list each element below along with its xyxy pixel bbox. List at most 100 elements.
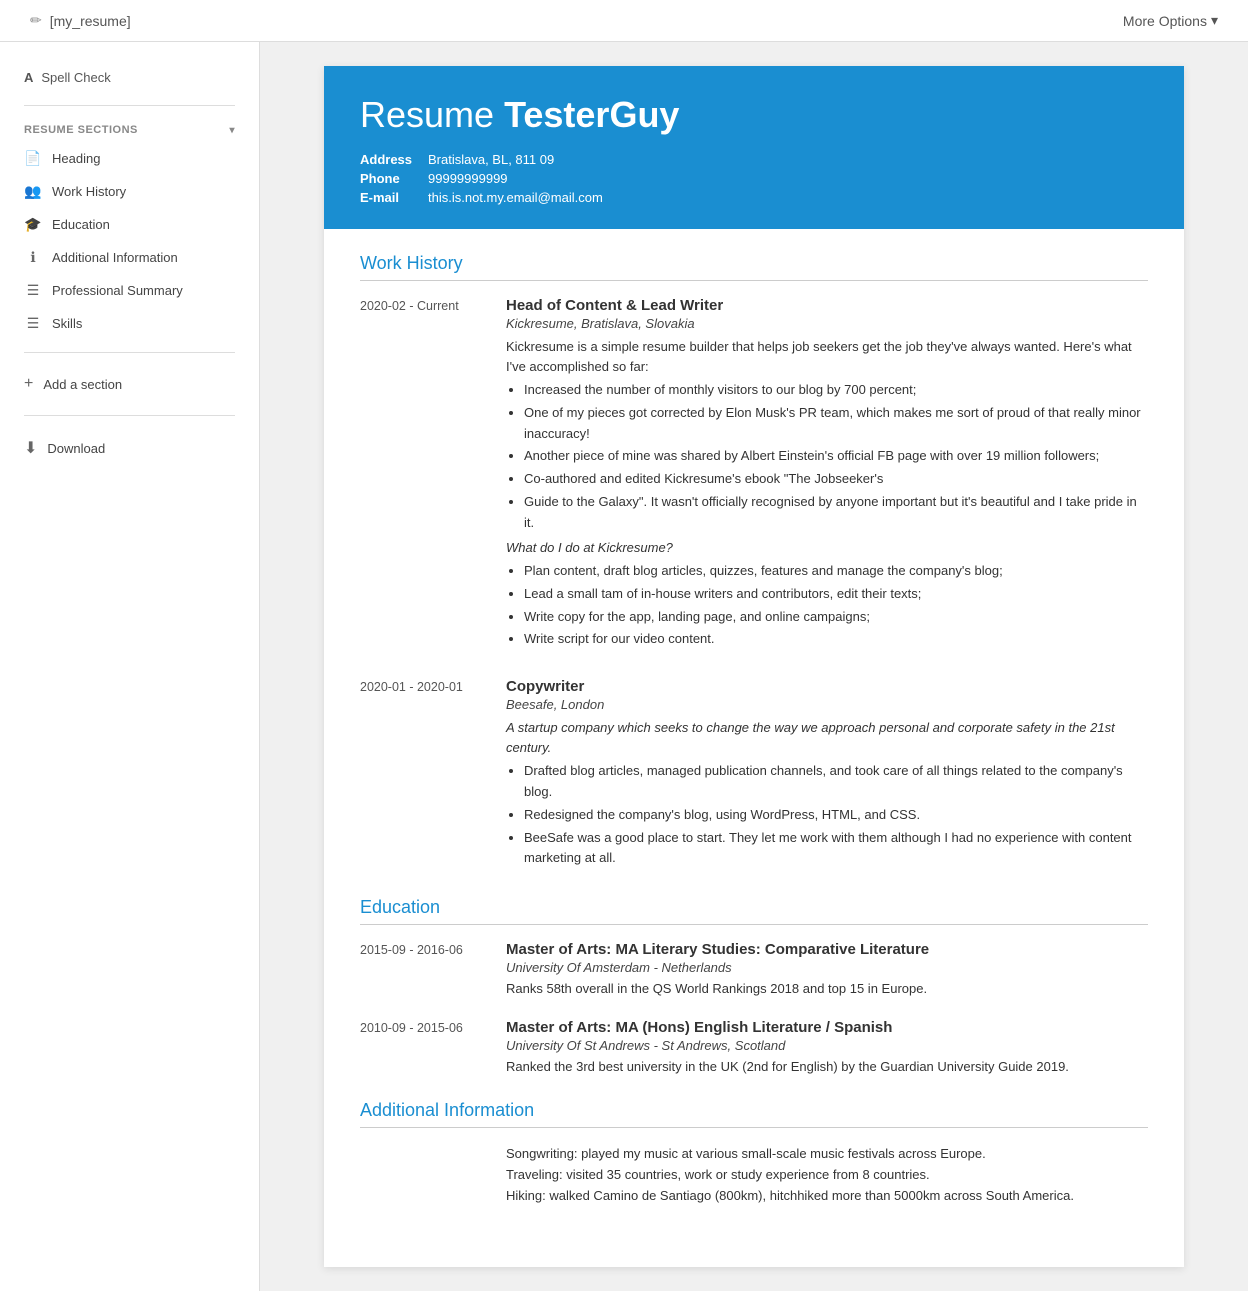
edu-entry-1-dates: 2015-09 - 2016-06 — [360, 941, 490, 999]
contact-phone: Phone 99999999999 — [360, 171, 1148, 186]
email-value: this.is.not.my.email@mail.com — [428, 190, 603, 205]
list-item: One of my pieces got corrected by Elon M… — [524, 403, 1148, 445]
divider-2 — [24, 352, 235, 353]
skills-icon: ☰ — [24, 315, 42, 332]
resume-name-bold: TesterGuy — [504, 94, 679, 135]
edu-entry-2-dates: 2010-09 - 2015-06 — [360, 1019, 490, 1077]
list-item: Increased the number of monthly visitors… — [524, 380, 1148, 401]
sidebar-item-heading-label: Heading — [52, 151, 100, 166]
email-label: E-mail — [360, 190, 420, 205]
add-section-label: Add a section — [43, 377, 122, 392]
additional-spacer — [360, 1144, 490, 1206]
resume-sections-header: RESUME SECTIONS ▾ — [0, 118, 259, 142]
edu-entry-1-text: Ranks 58th overall in the QS World Ranki… — [506, 979, 1148, 999]
work-entry-1-bullets2: Plan content, draft blog articles, quizz… — [524, 561, 1148, 650]
resume-name: Resume TesterGuy — [360, 94, 1148, 136]
resume-card: Resume TesterGuy Address Bratislava, BL,… — [324, 66, 1184, 1267]
work-entry-1-body2: What do I do at Kickresume? — [506, 538, 1148, 558]
edu-entry-2-subtitle: University Of St Andrews - St Andrews, S… — [506, 1038, 1148, 1053]
work-history-icon: 👥 — [24, 183, 42, 200]
additional-line-3: Hiking: walked Camino de Santiago (800km… — [506, 1188, 1074, 1203]
download-icon: ⬇ — [24, 438, 37, 458]
additional-info-icon: ℹ — [24, 249, 42, 266]
work-entry-2-dates: 2020-01 - 2020-01 — [360, 678, 490, 873]
work-entry-2-bullets: Drafted blog articles, managed publicati… — [524, 761, 1148, 869]
work-entry-1: 2020-02 - Current Head of Content & Lead… — [360, 297, 1148, 654]
edu-entry-2-title: Master of Arts: MA (Hons) English Litera… — [506, 1019, 1148, 1036]
address-label: Address — [360, 152, 420, 167]
download-label: Download — [47, 441, 105, 456]
sidebar-item-heading[interactable]: 📄 Heading — [0, 142, 259, 175]
professional-summary-icon: ☰ — [24, 282, 42, 299]
additional-content: Songwriting: played my music at various … — [360, 1144, 1148, 1206]
list-item: Another piece of mine was shared by Albe… — [524, 446, 1148, 467]
main-layout: A Spell Check RESUME SECTIONS ▾ 📄 Headin… — [0, 42, 1248, 1291]
resume-body: Work History 2020-02 - Current Head of C… — [324, 229, 1184, 1267]
phone-value: 99999999999 — [428, 171, 508, 186]
edu-entry-1: 2015-09 - 2016-06 Master of Arts: MA Lit… — [360, 941, 1148, 999]
contact-address: Address Bratislava, BL, 811 09 — [360, 152, 1148, 167]
list-item: Write copy for the app, landing page, an… — [524, 607, 1148, 628]
additional-line-1: Songwriting: played my music at various … — [506, 1146, 986, 1161]
sidebar-item-additional-info-label: Additional Information — [52, 250, 178, 265]
list-item: Redesigned the company's blog, using Wor… — [524, 805, 1148, 826]
additional-info-title: Additional Information — [360, 1100, 1148, 1128]
more-options-chevron: ▾ — [1211, 12, 1218, 29]
edu-entry-2-text: Ranked the 3rd best university in the UK… — [506, 1057, 1148, 1077]
sidebar-item-professional-summary-label: Professional Summary — [52, 283, 183, 298]
work-entry-2-body: A startup company which seeks to change … — [506, 718, 1148, 757]
education-icon: 🎓 — [24, 216, 42, 233]
sidebar-item-education[interactable]: 🎓 Education — [0, 208, 259, 241]
list-item: Write script for our video content. — [524, 629, 1148, 650]
spell-check-button[interactable]: A Spell Check — [0, 62, 259, 93]
divider-1 — [24, 105, 235, 106]
list-item: Drafted blog articles, managed publicati… — [524, 761, 1148, 803]
sidebar-item-work-history-label: Work History — [52, 184, 126, 199]
resume-header: Resume TesterGuy Address Bratislava, BL,… — [324, 66, 1184, 229]
add-section-button[interactable]: + Add a section — [0, 365, 259, 403]
education-title: Education — [360, 897, 1148, 925]
filename-area[interactable]: ✏ [my_resume] — [30, 12, 131, 29]
edu-entry-1-title: Master of Arts: MA Literary Studies: Com… — [506, 941, 1148, 958]
contact-email: E-mail this.is.not.my.email@mail.com — [360, 190, 1148, 205]
address-value: Bratislava, BL, 811 09 — [428, 152, 554, 167]
pencil-icon: ✏ — [30, 12, 42, 29]
sidebar-item-work-history[interactable]: 👥 Work History — [0, 175, 259, 208]
chevron-down-icon[interactable]: ▾ — [229, 125, 235, 136]
sidebar-item-professional-summary[interactable]: ☰ Professional Summary — [0, 274, 259, 307]
list-item: Plan content, draft blog articles, quizz… — [524, 561, 1148, 582]
work-entry-2-content: Copywriter Beesafe, London A startup com… — [506, 678, 1148, 873]
work-entry-1-title: Head of Content & Lead Writer — [506, 297, 1148, 314]
work-entry-1-bullets: Increased the number of monthly visitors… — [524, 380, 1148, 534]
edu-entry-1-content: Master of Arts: MA Literary Studies: Com… — [506, 941, 1148, 999]
sidebar-item-additional-info[interactable]: ℹ Additional Information — [0, 241, 259, 274]
work-history-title: Work History — [360, 253, 1148, 281]
top-bar: ✏ [my_resume] More Options ▾ — [0, 0, 1248, 42]
sidebar: A Spell Check RESUME SECTIONS ▾ 📄 Headin… — [0, 42, 260, 1291]
list-item: Lead a small tam of in-house writers and… — [524, 584, 1148, 605]
education-section: Education 2015-09 - 2016-06 Master of Ar… — [360, 897, 1148, 1076]
work-entry-1-content: Head of Content & Lead Writer Kickresume… — [506, 297, 1148, 654]
list-item: BeeSafe was a good place to start. They … — [524, 828, 1148, 870]
work-history-section: Work History 2020-02 - Current Head of C… — [360, 253, 1148, 873]
edu-entry-2: 2010-09 - 2015-06 Master of Arts: MA (Ho… — [360, 1019, 1148, 1077]
sections-label: RESUME SECTIONS — [24, 124, 138, 136]
heading-icon: 📄 — [24, 150, 42, 167]
download-button[interactable]: ⬇ Download — [0, 428, 259, 468]
sidebar-item-skills[interactable]: ☰ Skills — [0, 307, 259, 340]
filename[interactable]: [my_resume] — [50, 13, 131, 29]
work-entry-1-body: Kickresume is a simple resume builder th… — [506, 337, 1148, 376]
work-entry-2-title: Copywriter — [506, 678, 1148, 695]
sidebar-item-skills-label: Skills — [52, 316, 82, 331]
spell-check-label: Spell Check — [41, 70, 110, 85]
more-options-label: More Options — [1123, 13, 1207, 29]
edu-entry-1-subtitle: University Of Amsterdam - Netherlands — [506, 960, 1148, 975]
more-options-button[interactable]: More Options ▾ — [1123, 12, 1218, 29]
work-entry-1-subtitle: Kickresume, Bratislava, Slovakia — [506, 316, 1148, 331]
phone-label: Phone — [360, 171, 420, 186]
work-entry-2-subtitle: Beesafe, London — [506, 697, 1148, 712]
spell-check-icon: A — [24, 70, 33, 85]
content-area: Resume TesterGuy Address Bratislava, BL,… — [260, 42, 1248, 1291]
list-item: Co-authored and edited Kickresume's eboo… — [524, 469, 1148, 490]
divider-3 — [24, 415, 235, 416]
